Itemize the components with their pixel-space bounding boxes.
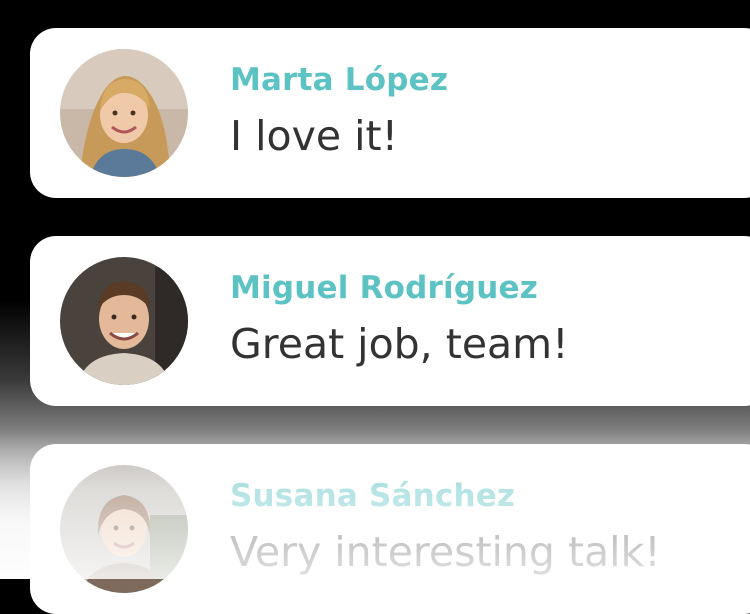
- avatar: [60, 257, 188, 385]
- commenter-name: Marta López: [230, 62, 449, 98]
- avatar-woman-blonde-icon: [60, 49, 188, 177]
- comment-card[interactable]: Miguel Rodríguez Great job, team!: [30, 236, 750, 406]
- comment-text: Great job, team!: [230, 320, 569, 368]
- comment-feed: Marta López I love it! Miguel Rodríguez …: [0, 0, 750, 614]
- commenter-name: Susana Sánchez: [230, 478, 516, 514]
- avatar: [60, 465, 188, 593]
- comment-card[interactable]: Marta López I love it!: [30, 28, 750, 198]
- commenter-name: Miguel Rodríguez: [230, 270, 538, 306]
- avatar-woman-brunette-icon: [60, 465, 188, 593]
- comment-text: Very interesting talk!: [230, 528, 661, 576]
- avatar-man-smiling-icon: [60, 257, 188, 385]
- comment-card[interactable]: Susana Sánchez Very interesting talk!: [30, 444, 750, 614]
- avatar: [60, 49, 188, 177]
- comment-text: I love it!: [230, 112, 399, 160]
